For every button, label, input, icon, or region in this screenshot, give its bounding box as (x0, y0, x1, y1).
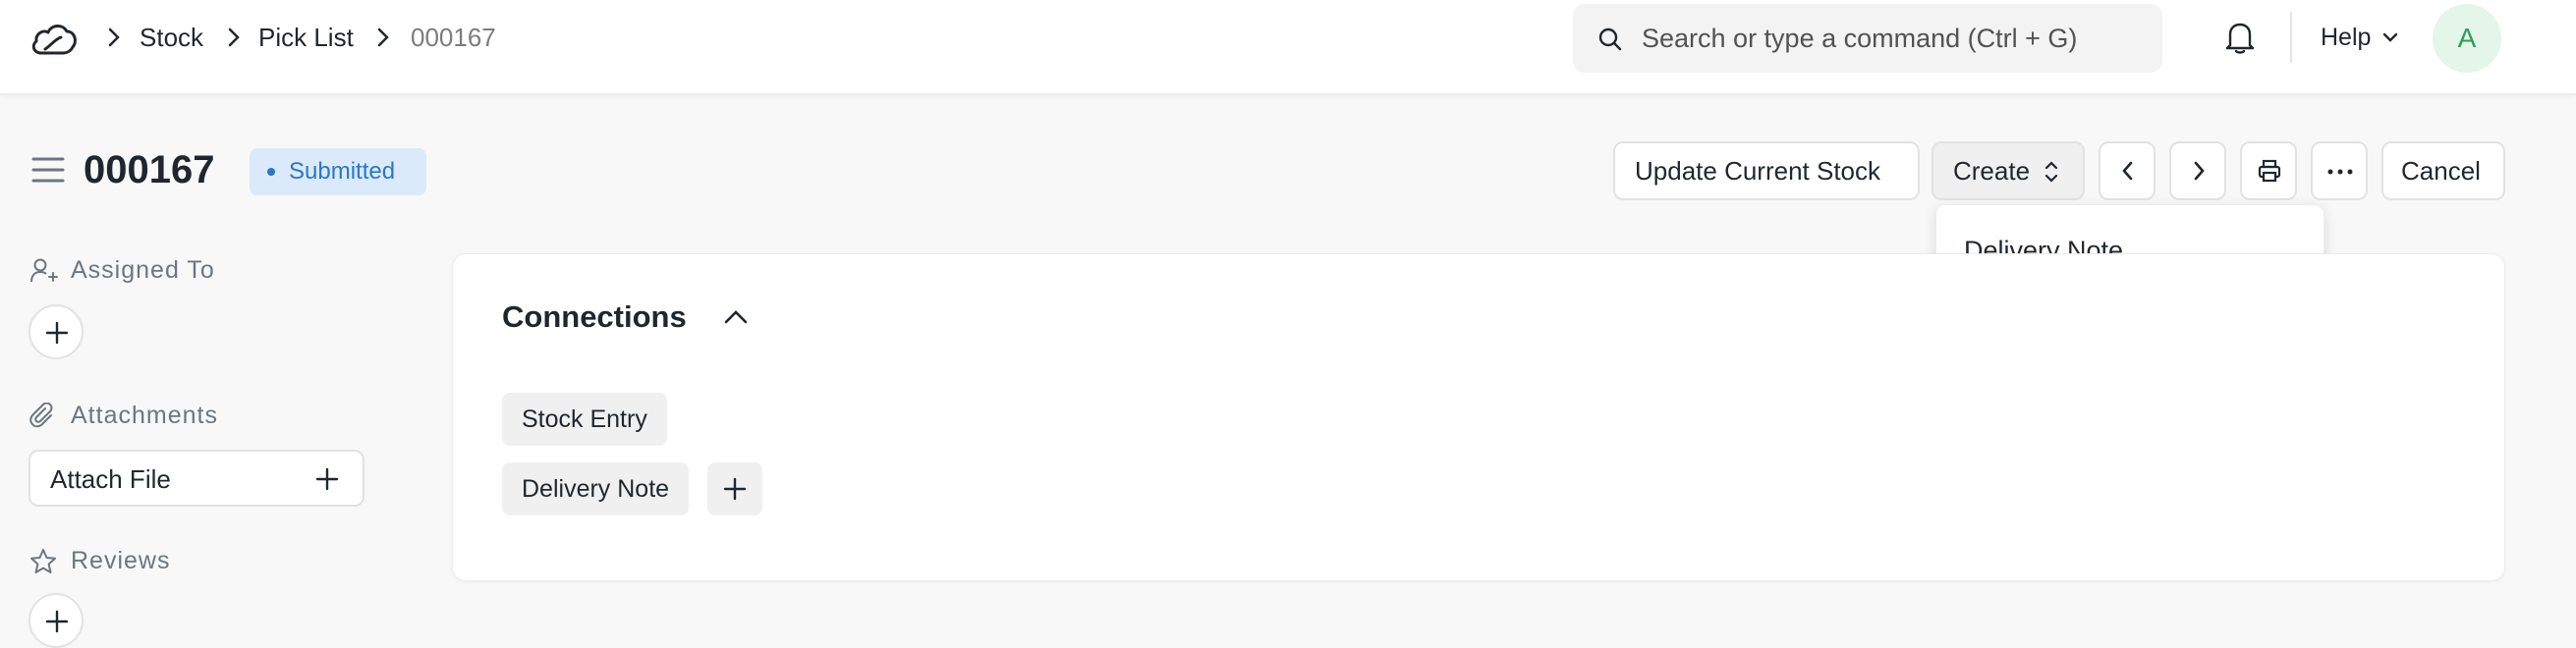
more-horizontal-icon (2327, 169, 2353, 175)
cloud-logo-icon[interactable] (29, 20, 79, 59)
assigned-to-label: Assigned To (71, 256, 215, 284)
add-delivery-note-button[interactable] (707, 462, 762, 515)
sidebar-toggle-icon[interactable] (31, 156, 65, 184)
plus-icon (723, 477, 747, 501)
reviews-label: Reviews (71, 547, 171, 574)
status-label: Submitted (289, 158, 396, 185)
paperclip-icon (29, 403, 53, 428)
star-icon (30, 549, 56, 573)
chevron-right-icon (377, 27, 389, 47)
create-button[interactable]: Create (1932, 141, 2085, 200)
plus-icon (45, 610, 69, 633)
sort-chevrons-icon (2044, 161, 2058, 183)
breadcrumb-pick-list[interactable]: Pick List (258, 20, 354, 55)
help-menu[interactable]: Help (2321, 20, 2371, 55)
navbar-divider (2290, 12, 2292, 63)
add-assignee-button[interactable] (28, 304, 84, 359)
attach-file-button[interactable]: Attach File (28, 450, 364, 507)
connection-delivery-note[interactable]: Delivery Note (502, 462, 690, 515)
status-dot (267, 168, 275, 176)
connection-stock-entry[interactable]: Stock Entry (502, 393, 667, 446)
search-icon (1598, 27, 1622, 51)
top-navbar: Stock Pick List 000167 Help A (0, 0, 2576, 95)
status-badge: Submitted (250, 148, 426, 195)
attachments-label: Attachments (71, 402, 218, 429)
chevron-right-icon (108, 27, 120, 47)
cancel-label: Cancel (2401, 156, 2481, 186)
chevron-left-icon (2122, 161, 2133, 181)
update-current-stock-label: Update Current Stock (1635, 156, 1881, 186)
user-avatar[interactable]: A (2433, 4, 2501, 73)
cancel-button[interactable]: Cancel (2381, 141, 2505, 200)
update-current-stock-button[interactable]: Update Current Stock (1613, 141, 1920, 200)
breadcrumb-current[interactable]: 000167 (411, 20, 496, 55)
connections-title[interactable]: Connections (502, 297, 687, 337)
next-doc-button[interactable] (2169, 141, 2226, 200)
chevron-down-icon[interactable] (2381, 31, 2399, 43)
chevron-right-icon (2194, 161, 2205, 181)
create-label: Create (1953, 156, 2031, 186)
awesome-bar[interactable] (1573, 4, 2162, 73)
attach-file-label: Attach File (50, 464, 171, 494)
bell-icon[interactable] (2224, 20, 2256, 55)
chevron-up-icon[interactable] (723, 309, 749, 325)
page-title: 000167 (84, 148, 215, 191)
print-button[interactable] (2240, 141, 2297, 200)
chevron-right-icon (228, 27, 240, 47)
search-input[interactable] (1642, 18, 2143, 59)
connections-card: Connections Stock Entry Delivery Note (452, 253, 2505, 581)
user-plus-icon (30, 258, 58, 283)
previous-doc-button[interactable] (2099, 141, 2156, 200)
breadcrumb-stock[interactable]: Stock (140, 20, 203, 55)
printer-icon (2258, 159, 2281, 183)
plus-icon (45, 321, 69, 345)
add-review-button[interactable] (28, 593, 84, 648)
plus-icon (315, 467, 339, 491)
more-actions-button[interactable] (2311, 141, 2368, 200)
